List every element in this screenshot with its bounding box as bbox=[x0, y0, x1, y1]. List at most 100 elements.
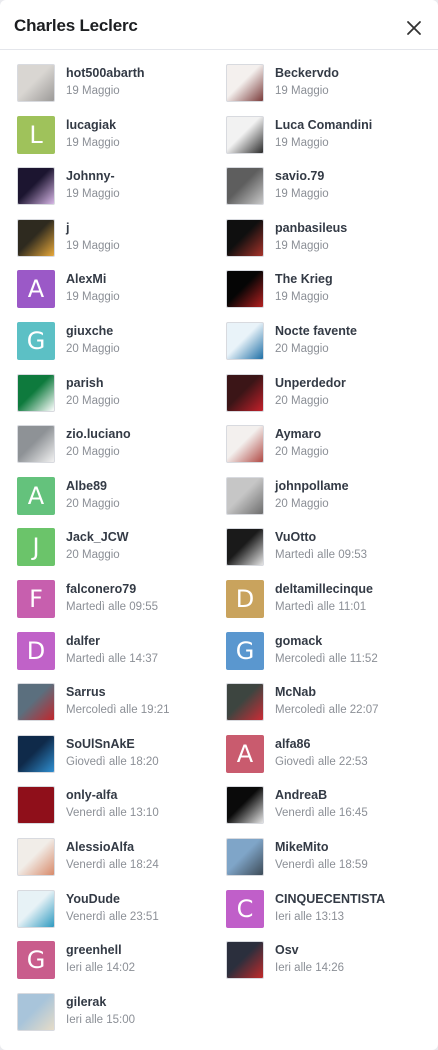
avatar[interactable] bbox=[226, 837, 264, 876]
user-name[interactable]: AlessioAlfa bbox=[66, 840, 159, 854]
user-list-item[interactable]: Aalfa86 Giovedì alle 22:53 bbox=[226, 734, 435, 787]
user-name[interactable]: Luca Comandini bbox=[275, 118, 372, 132]
user-list-item[interactable]: A AlexMi 19 Maggio bbox=[17, 270, 226, 322]
user-name[interactable]: gomack bbox=[275, 634, 378, 648]
user-name[interactable]: savio.79 bbox=[275, 169, 329, 183]
user-name[interactable]: VuOtto bbox=[275, 530, 367, 544]
avatar[interactable] bbox=[17, 64, 55, 102]
user-list-item[interactable]: Luca Comandini 19 Maggio bbox=[226, 115, 435, 168]
user-name[interactable]: CINQUECENTISTA bbox=[275, 892, 385, 906]
user-name[interactable]: Osv bbox=[275, 943, 344, 957]
user-list-item[interactable]: parish 20 Maggio bbox=[17, 373, 226, 426]
avatar[interactable]: G bbox=[17, 321, 55, 360]
user-list-item[interactable]: Osv Ieri alle 14:26 bbox=[226, 941, 435, 993]
user-list-item[interactable]: savio.79 19 Maggio bbox=[226, 167, 435, 219]
user-name[interactable]: hot500abarth bbox=[66, 66, 145, 80]
avatar[interactable]: A bbox=[226, 734, 264, 773]
user-list-item[interactable]: AndreaB Venerdì alle 16:45 bbox=[226, 786, 435, 838]
avatar[interactable]: F bbox=[17, 579, 55, 618]
user-name[interactable]: only-alfa bbox=[66, 788, 159, 802]
user-list-item[interactable]: J Jack_JCW 20 Maggio bbox=[17, 528, 226, 580]
user-list-item[interactable]: Sarrus Mercoledì alle 19:21 bbox=[17, 683, 226, 735]
avatar[interactable]: G bbox=[17, 941, 55, 980]
close-icon[interactable] bbox=[404, 18, 424, 38]
user-name[interactable]: Jack_JCW bbox=[66, 530, 129, 544]
avatar[interactable] bbox=[226, 321, 264, 360]
user-name[interactable]: lucagiak bbox=[66, 118, 120, 132]
user-name[interactable]: j bbox=[66, 221, 120, 235]
avatar[interactable]: J bbox=[17, 528, 55, 567]
user-name[interactable]: greenhell bbox=[66, 943, 135, 957]
user-list-item[interactable]: johnpollame 20 Maggio bbox=[226, 476, 435, 529]
user-list-item[interactable]: Unperdedor 20 Maggio bbox=[226, 373, 435, 426]
user-list-item[interactable]: j 19 Maggio bbox=[17, 218, 226, 271]
avatar[interactable] bbox=[17, 992, 55, 1031]
user-list-item[interactable]: Aymaro 20 Maggio bbox=[226, 425, 435, 477]
avatar[interactable] bbox=[17, 734, 55, 773]
avatar[interactable] bbox=[226, 115, 264, 154]
user-list-item[interactable]: A Albe89 20 Maggio bbox=[17, 476, 226, 529]
avatar[interactable] bbox=[17, 837, 55, 876]
avatar[interactable] bbox=[17, 889, 55, 928]
avatar[interactable]: A bbox=[17, 476, 55, 515]
user-list-item[interactable]: gilerak Ieri alle 15:00 bbox=[17, 992, 226, 1045]
user-list-item[interactable]: Nocte favente 20 Maggio bbox=[226, 321, 435, 374]
avatar[interactable] bbox=[226, 270, 264, 309]
avatar[interactable] bbox=[226, 476, 264, 515]
avatar[interactable] bbox=[226, 167, 264, 206]
user-name[interactable]: falconero79 bbox=[66, 582, 158, 596]
user-name[interactable]: deltamillecinque bbox=[275, 582, 373, 596]
avatar[interactable] bbox=[226, 786, 264, 825]
user-name[interactable]: Johnny- bbox=[66, 169, 120, 183]
avatar[interactable] bbox=[17, 218, 55, 257]
user-name[interactable]: Unperdedor bbox=[275, 376, 346, 390]
user-name[interactable]: Albe89 bbox=[66, 479, 120, 493]
user-name[interactable]: zio.luciano bbox=[66, 427, 131, 441]
avatar[interactable]: G bbox=[226, 631, 264, 670]
user-list-item[interactable]: The Krieg 19 Maggio bbox=[226, 270, 435, 322]
user-name[interactable]: Sarrus bbox=[66, 685, 170, 699]
avatar[interactable] bbox=[17, 683, 55, 722]
avatar[interactable] bbox=[17, 425, 55, 464]
avatar[interactable]: L bbox=[17, 115, 55, 154]
avatar[interactable] bbox=[17, 167, 55, 206]
user-name[interactable]: MikeMito bbox=[275, 840, 368, 854]
user-list-item[interactable]: AlessioAlfa Venerdì alle 18:24 bbox=[17, 837, 226, 890]
user-name[interactable]: AndreaB bbox=[275, 788, 368, 802]
user-list-item[interactable]: Ddeltamillecinque Martedì alle 11:01 bbox=[226, 579, 435, 632]
user-list-item[interactable]: SoUlSnAkE Giovedì alle 18:20 bbox=[17, 734, 226, 787]
avatar[interactable] bbox=[17, 373, 55, 412]
user-name[interactable]: The Krieg bbox=[275, 272, 333, 286]
user-list-item[interactable]: Ggreenhell Ieri alle 14:02 bbox=[17, 941, 226, 993]
user-name[interactable]: giuxche bbox=[66, 324, 120, 338]
user-name[interactable]: Nocte favente bbox=[275, 324, 357, 338]
user-name[interactable]: gilerak bbox=[66, 995, 135, 1009]
avatar[interactable]: A bbox=[17, 270, 55, 309]
user-name[interactable]: SoUlSnAkE bbox=[66, 737, 159, 751]
avatar[interactable] bbox=[226, 64, 264, 102]
user-list-item[interactable]: VuOtto Martedì alle 09:53 bbox=[226, 528, 435, 580]
user-list-item[interactable]: hot500abarth 19 Maggio bbox=[17, 64, 226, 116]
avatar[interactable]: D bbox=[17, 631, 55, 670]
avatar[interactable] bbox=[226, 218, 264, 257]
avatar[interactable] bbox=[17, 786, 55, 825]
user-list-item[interactable]: zio.luciano 20 Maggio bbox=[17, 425, 226, 477]
user-list-item[interactable]: Beckervdo 19 Maggio bbox=[226, 64, 435, 116]
avatar[interactable]: D bbox=[226, 579, 264, 618]
user-list-item[interactable]: only-alfa Venerdì alle 13:10 bbox=[17, 786, 226, 838]
user-list-item[interactable]: Ffalconero79 Martedì alle 09:55 bbox=[17, 579, 226, 632]
user-name[interactable]: alfa86 bbox=[275, 737, 368, 751]
user-name[interactable]: YouDude bbox=[66, 892, 159, 906]
user-list-item[interactable]: MikeMito Venerdì alle 18:59 bbox=[226, 837, 435, 890]
user-list-item[interactable]: Johnny- 19 Maggio bbox=[17, 167, 226, 219]
avatar[interactable] bbox=[226, 373, 264, 412]
user-list-item[interactable]: Llucagiak 19 Maggio bbox=[17, 115, 226, 168]
user-list-item[interactable]: panbasileus 19 Maggio bbox=[226, 218, 435, 271]
user-name[interactable]: johnpollame bbox=[275, 479, 349, 493]
avatar[interactable] bbox=[226, 528, 264, 567]
user-name[interactable]: Beckervdo bbox=[275, 66, 339, 80]
user-name[interactable]: parish bbox=[66, 376, 120, 390]
avatar[interactable] bbox=[226, 941, 264, 980]
user-list-item[interactable]: Ggomack Mercoledì alle 11:52 bbox=[226, 631, 435, 684]
user-list-item[interactable]: McNab Mercoledì alle 22:07 bbox=[226, 683, 435, 735]
